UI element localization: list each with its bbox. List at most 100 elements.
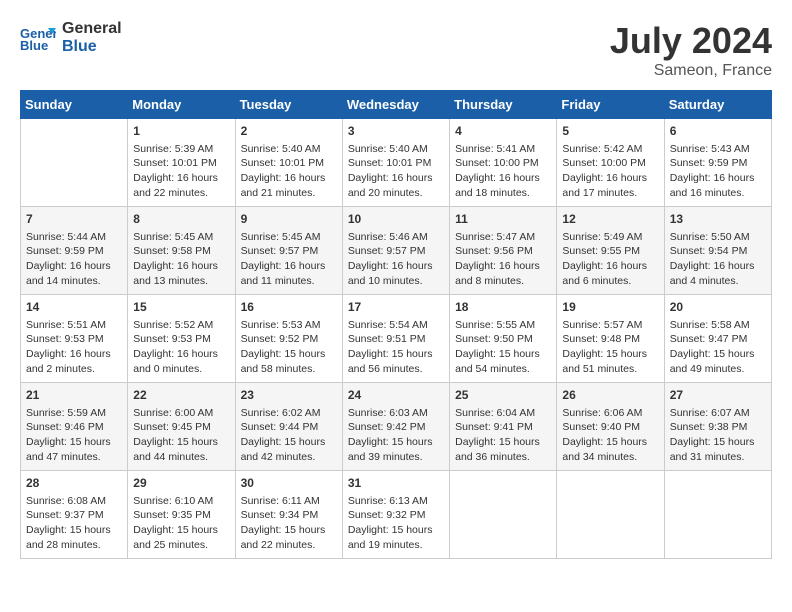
- logo-line2: Blue: [62, 38, 122, 56]
- month-year-title: July 2024: [610, 20, 772, 62]
- day-number: 17: [348, 299, 444, 316]
- cell-content: Sunrise: 6:07 AM Sunset: 9:38 PM Dayligh…: [670, 406, 766, 465]
- day-number: 30: [241, 475, 337, 492]
- calendar-cell: 4 Sunrise: 5:41 AM Sunset: 10:00 PM Dayli…: [450, 119, 557, 207]
- day-number: 15: [133, 299, 229, 316]
- day-number: 3: [348, 123, 444, 140]
- day-number: 29: [133, 475, 229, 492]
- cell-content: Sunrise: 5:41 AM Sunset: 10:00 PM Daylig…: [455, 142, 551, 201]
- day-number: 14: [26, 299, 122, 316]
- header-sunday: Sunday: [21, 91, 128, 119]
- day-number: 2: [241, 123, 337, 140]
- calendar-table: SundayMondayTuesdayWednesdayThursdayFrid…: [20, 90, 772, 559]
- calendar-cell: 21Sunrise: 5:59 AM Sunset: 9:46 PM Dayli…: [21, 383, 128, 471]
- logo-icon: General Blue: [20, 24, 56, 52]
- day-number: 18: [455, 299, 551, 316]
- calendar-cell: 13 Sunrise: 5:50 AM Sunset: 9:54 PM Dayli…: [664, 207, 771, 295]
- cell-content: Sunrise: 5:45 AM Sunset: 9:57 PM Dayligh…: [241, 230, 337, 289]
- header-friday: Friday: [557, 91, 664, 119]
- svg-text:Blue: Blue: [20, 38, 48, 52]
- day-number: 16: [241, 299, 337, 316]
- location-subtitle: Sameon, France: [610, 62, 772, 80]
- day-number: 26: [562, 387, 658, 404]
- day-number: 13: [670, 211, 766, 228]
- cell-content: Sunrise: 6:13 AM Sunset: 9:32 PM Dayligh…: [348, 494, 444, 553]
- cell-content: Sunrise: 6:06 AM Sunset: 9:40 PM Dayligh…: [562, 406, 658, 465]
- title-block: July 2024 Sameon, France: [610, 20, 772, 80]
- day-number: 27: [670, 387, 766, 404]
- calendar-cell: 19 Sunrise: 5:57 AM Sunset: 9:48 PM Dayli…: [557, 295, 664, 383]
- calendar-cell: 28Sunrise: 6:08 AM Sunset: 9:37 PM Dayli…: [21, 471, 128, 559]
- calendar-cell: 11 Sunrise: 5:47 AM Sunset: 9:56 PM Dayli…: [450, 207, 557, 295]
- calendar-cell: 5Sunrise: 5:42 AM Sunset: 10:00 PM Dayli…: [557, 119, 664, 207]
- calendar-cell: 26 Sunrise: 6:06 AM Sunset: 9:40 PM Dayli…: [557, 383, 664, 471]
- day-number: 6: [670, 123, 766, 140]
- week-row-3: 14 Sunrise: 5:51 AM Sunset: 9:53 PM Dayli…: [21, 295, 772, 383]
- day-number: 25: [455, 387, 551, 404]
- week-row-2: 7 Sunrise: 5:44 AM Sunset: 9:59 PM Daylig…: [21, 207, 772, 295]
- calendar-cell: 29 Sunrise: 6:10 AM Sunset: 9:35 PM Dayli…: [128, 471, 235, 559]
- day-number: 9: [241, 211, 337, 228]
- cell-content: Sunrise: 5:52 AM Sunset: 9:53 PM Dayligh…: [133, 318, 229, 377]
- logo: General Blue General Blue: [20, 20, 122, 55]
- calendar-cell: [21, 119, 128, 207]
- cell-content: Sunrise: 5:47 AM Sunset: 9:56 PM Dayligh…: [455, 230, 551, 289]
- header-monday: Monday: [128, 91, 235, 119]
- cell-content: Sunrise: 6:04 AM Sunset: 9:41 PM Dayligh…: [455, 406, 551, 465]
- calendar-cell: 18 Sunrise: 5:55 AM Sunset: 9:50 PM Dayli…: [450, 295, 557, 383]
- calendar-cell: 7 Sunrise: 5:44 AM Sunset: 9:59 PM Daylig…: [21, 207, 128, 295]
- calendar-cell: 24 Sunrise: 6:03 AM Sunset: 9:42 PM Dayli…: [342, 383, 449, 471]
- cell-content: Sunrise: 6:00 AM Sunset: 9:45 PM Dayligh…: [133, 406, 229, 465]
- cell-content: Sunrise: 5:57 AM Sunset: 9:48 PM Dayligh…: [562, 318, 658, 377]
- calendar-cell: 12Sunrise: 5:49 AM Sunset: 9:55 PM Dayli…: [557, 207, 664, 295]
- cell-content: Sunrise: 5:55 AM Sunset: 9:50 PM Dayligh…: [455, 318, 551, 377]
- day-number: 23: [241, 387, 337, 404]
- calendar-cell: 23 Sunrise: 6:02 AM Sunset: 9:44 PM Dayli…: [235, 383, 342, 471]
- header-thursday: Thursday: [450, 91, 557, 119]
- cell-content: Sunrise: 5:46 AM Sunset: 9:57 PM Dayligh…: [348, 230, 444, 289]
- cell-content: Sunrise: 5:40 AM Sunset: 10:01 PM Daylig…: [348, 142, 444, 201]
- calendar-cell: 17Sunrise: 5:54 AM Sunset: 9:51 PM Dayli…: [342, 295, 449, 383]
- calendar-cell: [450, 471, 557, 559]
- day-number: 11: [455, 211, 551, 228]
- header-wednesday: Wednesday: [342, 91, 449, 119]
- calendar-cell: 16Sunrise: 5:53 AM Sunset: 9:52 PM Dayli…: [235, 295, 342, 383]
- logo-line1: General: [62, 20, 122, 38]
- week-row-5: 28Sunrise: 6:08 AM Sunset: 9:37 PM Dayli…: [21, 471, 772, 559]
- day-number: 19: [562, 299, 658, 316]
- cell-content: Sunrise: 5:51 AM Sunset: 9:53 PM Dayligh…: [26, 318, 122, 377]
- day-number: 7: [26, 211, 122, 228]
- calendar-body: 1Sunrise: 5:39 AM Sunset: 10:01 PM Dayli…: [21, 119, 772, 559]
- cell-content: Sunrise: 5:58 AM Sunset: 9:47 PM Dayligh…: [670, 318, 766, 377]
- calendar-cell: 2 Sunrise: 5:40 AM Sunset: 10:01 PM Dayli…: [235, 119, 342, 207]
- day-number: 8: [133, 211, 229, 228]
- day-number: 4: [455, 123, 551, 140]
- day-number: 21: [26, 387, 122, 404]
- calendar-cell: [557, 471, 664, 559]
- calendar-cell: [664, 471, 771, 559]
- calendar-header: SundayMondayTuesdayWednesdayThursdayFrid…: [21, 91, 772, 119]
- cell-content: Sunrise: 5:44 AM Sunset: 9:59 PM Dayligh…: [26, 230, 122, 289]
- day-number: 24: [348, 387, 444, 404]
- day-number: 20: [670, 299, 766, 316]
- calendar-cell: 10Sunrise: 5:46 AM Sunset: 9:57 PM Dayli…: [342, 207, 449, 295]
- cell-content: Sunrise: 5:43 AM Sunset: 9:59 PM Dayligh…: [670, 142, 766, 201]
- calendar-cell: 15 Sunrise: 5:52 AM Sunset: 9:53 PM Dayli…: [128, 295, 235, 383]
- cell-content: Sunrise: 5:40 AM Sunset: 10:01 PM Daylig…: [241, 142, 337, 201]
- header-saturday: Saturday: [664, 91, 771, 119]
- cell-content: Sunrise: 5:42 AM Sunset: 10:00 PM Daylig…: [562, 142, 658, 201]
- calendar-cell: 31Sunrise: 6:13 AM Sunset: 9:32 PM Dayli…: [342, 471, 449, 559]
- page-header: General Blue General Blue July 2024 Same…: [20, 20, 772, 80]
- calendar-cell: 1Sunrise: 5:39 AM Sunset: 10:01 PM Dayli…: [128, 119, 235, 207]
- calendar-cell: 6 Sunrise: 5:43 AM Sunset: 9:59 PM Daylig…: [664, 119, 771, 207]
- calendar-cell: 8Sunrise: 5:45 AM Sunset: 9:58 PM Daylig…: [128, 207, 235, 295]
- cell-content: Sunrise: 6:02 AM Sunset: 9:44 PM Dayligh…: [241, 406, 337, 465]
- calendar-cell: 27 Sunrise: 6:07 AM Sunset: 9:38 PM Dayli…: [664, 383, 771, 471]
- cell-content: Sunrise: 6:03 AM Sunset: 9:42 PM Dayligh…: [348, 406, 444, 465]
- cell-content: Sunrise: 6:10 AM Sunset: 9:35 PM Dayligh…: [133, 494, 229, 553]
- cell-content: Sunrise: 5:49 AM Sunset: 9:55 PM Dayligh…: [562, 230, 658, 289]
- week-row-1: 1Sunrise: 5:39 AM Sunset: 10:01 PM Dayli…: [21, 119, 772, 207]
- calendar-cell: 22Sunrise: 6:00 AM Sunset: 9:45 PM Dayli…: [128, 383, 235, 471]
- cell-content: Sunrise: 5:50 AM Sunset: 9:54 PM Dayligh…: [670, 230, 766, 289]
- calendar-cell: 30Sunrise: 6:11 AM Sunset: 9:34 PM Dayli…: [235, 471, 342, 559]
